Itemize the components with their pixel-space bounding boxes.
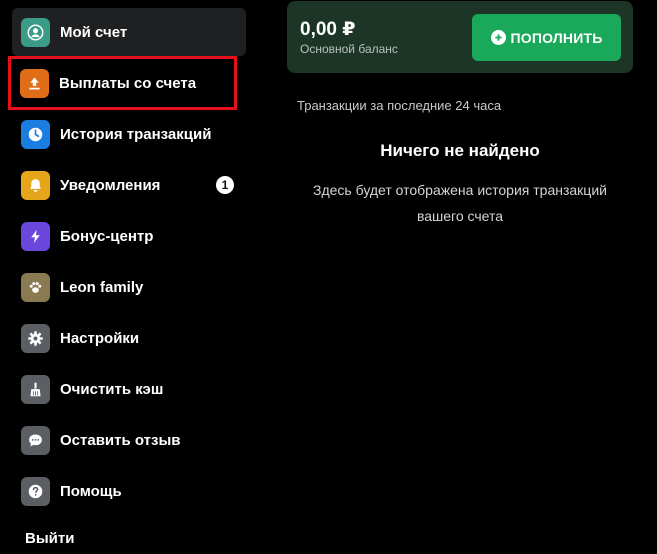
clock-icon xyxy=(21,119,50,149)
broom-icon xyxy=(21,374,50,404)
sidebar-item-label: История транзакций xyxy=(60,125,212,143)
balance-card: 0,00 ₽ Основной баланс ПОПОЛНИТЬ xyxy=(287,1,633,73)
sidebar-item-settings[interactable]: Настройки xyxy=(12,314,246,362)
sidebar-item-my-account[interactable]: Мой счет xyxy=(12,8,246,56)
sidebar-item-label: Мой счет xyxy=(60,23,128,41)
sidebar-item-label: Бонус-центр xyxy=(60,227,154,245)
notification-count-badge: 1 xyxy=(216,176,234,194)
empty-state-line: Здесь будет отображена история транзакци… xyxy=(313,182,607,198)
sidebar-item-bonus-center[interactable]: Бонус-центр xyxy=(12,212,246,260)
sidebar-item-label: Leon family xyxy=(60,278,144,296)
sidebar-item-label: Настройки xyxy=(60,329,140,347)
plus-circle-icon xyxy=(490,30,506,45)
empty-state-title: Ничего не найдено xyxy=(380,141,540,160)
account-sidebar: Мой счет Выплаты со счета История транза… xyxy=(8,8,246,518)
sidebar-item-help[interactable]: Помощь xyxy=(12,467,246,515)
sidebar-item-clear-cache[interactable]: Очистить кэш xyxy=(12,365,246,413)
sidebar-item-label: Уведомления xyxy=(60,176,161,194)
bell-icon xyxy=(21,170,50,200)
user-icon xyxy=(21,17,50,47)
balance-amount: 0,00 ₽ xyxy=(300,19,356,40)
logout-link[interactable]: Выйти xyxy=(25,530,74,547)
sidebar-item-label: Оставить отзыв xyxy=(60,431,181,449)
transactions-heading: Транзакции за последние 24 часа xyxy=(297,98,502,113)
account-page: Мой счет Выплаты со счета История транза… xyxy=(0,0,657,554)
balance-label: Основной баланс xyxy=(300,42,398,56)
empty-state-line: вашего счета xyxy=(416,208,504,224)
sidebar-item-label: Помощь xyxy=(60,482,122,500)
sidebar-item-label: Очистить кэш xyxy=(60,380,164,398)
sidebar-item-transaction-history[interactable]: История транзакций xyxy=(12,110,246,158)
sidebar-item-leon-family[interactable]: Leon family xyxy=(12,263,246,311)
sidebar-item-label: Выплаты со счета xyxy=(59,74,197,92)
chat-bubble-icon xyxy=(21,425,50,455)
sidebar-item-withdrawals[interactable]: Выплаты со счета xyxy=(8,56,237,110)
sidebar-item-notifications[interactable]: Уведомления 1 xyxy=(12,161,246,209)
empty-state-description: Здесь будет отображена история транзакци… xyxy=(287,177,633,229)
question-icon xyxy=(21,476,50,506)
paw-icon xyxy=(21,272,50,302)
top-up-label: ПОПОЛНИТЬ xyxy=(510,29,603,46)
lightning-icon xyxy=(21,221,50,251)
gear-icon xyxy=(21,323,50,353)
withdraw-upload-icon xyxy=(20,68,49,98)
top-up-button[interactable]: ПОПОЛНИТЬ xyxy=(472,14,621,61)
sidebar-item-leave-feedback[interactable]: Оставить отзыв xyxy=(12,416,246,464)
